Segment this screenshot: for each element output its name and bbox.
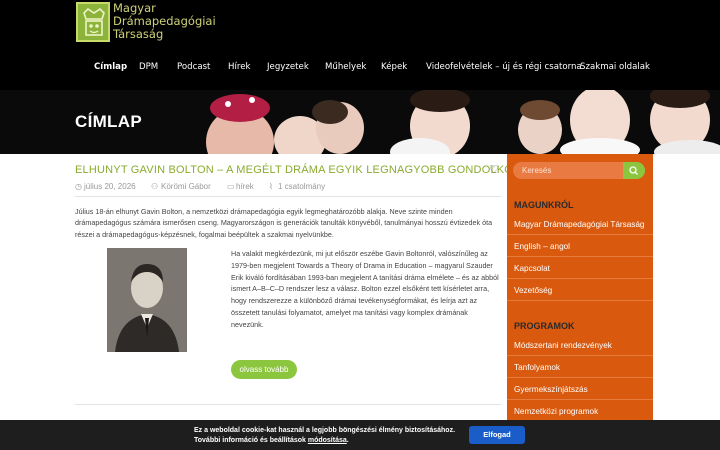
site-logo[interactable] bbox=[76, 2, 110, 42]
post-attachments: 1 csatolmány bbox=[278, 182, 326, 191]
divider bbox=[507, 377, 653, 378]
heart-icon[interactable]: ♡ bbox=[489, 163, 499, 176]
sidebar-item-tanfolyamok[interactable]: Tanfolyamok bbox=[514, 363, 560, 372]
nav-item-muhelyek[interactable]: Műhelyek bbox=[325, 62, 366, 72]
search-icon bbox=[629, 166, 638, 175]
cookie-line2-prefix: További információ és beállítások bbox=[194, 437, 306, 444]
site-name[interactable]: Magyar Drámapedagógiai Társaság bbox=[113, 2, 216, 41]
main-content: ELHUNYT GAVIN BOLTON – A MEGÉLT DRÁMA EG… bbox=[0, 154, 720, 450]
sidebar: Keresés MAGUNKRÓL Magyar Drámapedagógiai… bbox=[507, 154, 653, 424]
sidebar-item-english[interactable]: English – angol bbox=[514, 242, 570, 251]
site-name-line3: Társaság bbox=[113, 27, 164, 41]
divider bbox=[507, 399, 653, 400]
nav-item-cimlap[interactable]: Címlap bbox=[94, 62, 127, 72]
sidebar-item-mdt[interactable]: Magyar Drámapedagógiai Társaság bbox=[514, 220, 644, 229]
divider bbox=[507, 355, 653, 356]
cookie-line2-suffix: . bbox=[346, 437, 349, 444]
divider bbox=[507, 300, 653, 301]
user-icon: ⚇ bbox=[151, 182, 159, 191]
search-input[interactable]: Keresés bbox=[513, 162, 645, 179]
post-author[interactable]: Körömi Gábor bbox=[161, 182, 211, 191]
divider bbox=[507, 234, 653, 235]
post-date: július 20, 2026 bbox=[84, 182, 136, 191]
sidebar-heading-programok: PROGRAMOK bbox=[514, 321, 575, 331]
page-title: CÍMLAP bbox=[75, 112, 142, 131]
clock-icon: ◷ bbox=[75, 182, 82, 191]
nav-item-szakmai-oldalak[interactable]: Szakmai oldalak bbox=[580, 62, 650, 72]
paperclip-icon: ⌇ bbox=[269, 182, 273, 191]
nav-item-dpm[interactable]: DPM bbox=[139, 62, 158, 72]
search-placeholder: Keresés bbox=[522, 166, 552, 175]
post-body: Ha valakit megkérdezünk, mi jut először … bbox=[231, 249, 499, 329]
sidebar-item-modszertani[interactable]: Módszertani rendezvények bbox=[514, 341, 612, 350]
nav-item-podcast[interactable]: Podcast bbox=[177, 62, 210, 72]
crown-icon bbox=[83, 7, 105, 36]
sidebar-item-vezetoseg[interactable]: Vezetőség bbox=[514, 286, 552, 295]
read-more-button[interactable]: olvass tovább bbox=[231, 360, 297, 379]
cookie-text: Ez a weboldal cookie-kat használ a legjo… bbox=[194, 426, 455, 446]
folder-icon: ▭ bbox=[227, 182, 235, 191]
main-nav: Címlap DPM Podcast Hírek Jegyzetek Műhel… bbox=[0, 62, 720, 76]
divider bbox=[507, 256, 653, 257]
post-title[interactable]: ELHUNYT GAVIN BOLTON – A MEGÉLT DRÁMA EG… bbox=[75, 164, 543, 176]
sidebar-heading-magunkrol: MAGUNKRÓL bbox=[514, 200, 574, 210]
portrait-photo bbox=[107, 248, 187, 352]
page-banner: CÍMLAP bbox=[0, 90, 720, 154]
sidebar-item-gyermekszinjatszas[interactable]: Gyermekszínjátszás bbox=[514, 385, 588, 394]
sidebar-item-kapcsolat[interactable]: Kapcsolat bbox=[514, 264, 550, 273]
divider bbox=[507, 278, 653, 279]
cookie-line2: További információ és beállítások módosí… bbox=[194, 436, 455, 446]
post-category[interactable]: hírek bbox=[236, 182, 254, 191]
divider bbox=[75, 196, 501, 197]
nav-item-videofelvetelek[interactable]: Videofelvételek – új és régi csatorna bbox=[426, 62, 582, 72]
sidebar-item-nemzetkozi[interactable]: Nemzetközi programok bbox=[514, 407, 598, 416]
nav-item-hirek[interactable]: Hírek bbox=[228, 62, 250, 72]
cookie-settings-link[interactable]: módosítása bbox=[308, 437, 347, 444]
post-intro: Július 18-án elhunyt Gavin Bolton, a nem… bbox=[75, 207, 493, 239]
site-header: Magyar Drámapedagógiai Társaság Címlap D… bbox=[0, 0, 720, 90]
cookie-banner: Ez a weboldal cookie-kat használ a legjo… bbox=[0, 420, 720, 450]
cookie-line1: Ez a weboldal cookie-kat használ a legjo… bbox=[194, 427, 456, 434]
nav-item-kepek[interactable]: Képek bbox=[381, 62, 407, 72]
search-button[interactable] bbox=[623, 162, 645, 179]
cookie-accept-button[interactable]: Elfogad bbox=[469, 426, 525, 444]
divider bbox=[75, 404, 501, 405]
nav-item-jegyzetek[interactable]: Jegyzetek bbox=[267, 62, 309, 72]
